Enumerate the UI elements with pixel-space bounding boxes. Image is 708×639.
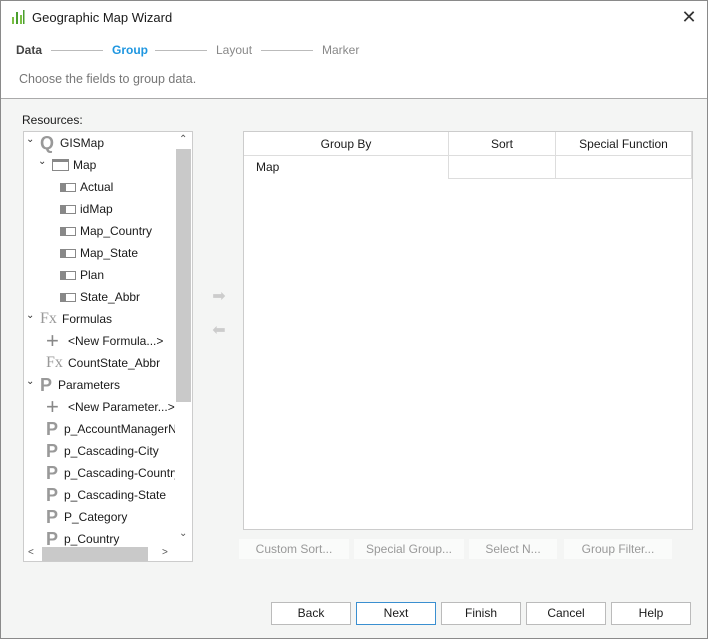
- parameter-icon: P: [40, 375, 53, 395]
- select-n-button[interactable]: Select N...: [469, 539, 557, 559]
- wizard-dialog: Geographic Map Wizard ✕ Data Group Layou…: [0, 0, 708, 639]
- field-icon: [60, 204, 76, 214]
- resources-label: Resources:: [22, 113, 83, 127]
- column-header[interactable]: Special Function: [556, 132, 692, 156]
- plus-icon: +: [46, 328, 59, 353]
- resources-tree[interactable]: Pp_Country P P_Category Pp_Cascading-State P…: [23, 131, 193, 562]
- remove-arrow-icon[interactable]: ⬅: [209, 323, 229, 339]
- formula-icon: Fx: [46, 354, 63, 371]
- step-marker[interactable]: Marker: [322, 43, 359, 57]
- table-cell[interactable]: [449, 156, 556, 179]
- tree-item-label: p_Cascading-State: [64, 488, 167, 502]
- tree-item-label: Parameters: [58, 378, 121, 392]
- step-hint: Choose the fields to group data.: [19, 72, 197, 86]
- field-icon: [60, 248, 76, 258]
- table-icon: [52, 159, 69, 171]
- tree-item[interactable]: ⌄ Map: [38, 154, 96, 176]
- tree-item-label: <New Formula...>: [68, 334, 164, 348]
- tree-item-label: p_AccountManagerName: [64, 422, 193, 436]
- parameter-icon: P: [46, 419, 59, 439]
- query-icon: Q: [40, 133, 55, 153]
- tree-item-label: idMap: [80, 202, 113, 216]
- chevron-down-icon[interactable]: ⌄: [26, 132, 36, 151]
- scroll-thumb[interactable]: [176, 149, 191, 402]
- tree-item-label: p_Cascading-City: [64, 444, 159, 458]
- field-icon: [60, 292, 76, 302]
- tree-item[interactable]: Fx CountState_Abbr: [46, 352, 160, 374]
- chevron-down-icon[interactable]: ⌄: [26, 371, 36, 393]
- step-group[interactable]: Group: [112, 43, 148, 57]
- add-arrow-icon[interactable]: ➡: [209, 289, 229, 305]
- tree-item[interactable]: + <New Parameter...>: [46, 396, 175, 418]
- tree-item-label: Map: [73, 158, 97, 172]
- parameter-icon: P: [46, 485, 59, 505]
- bar-chart-icon: [12, 10, 25, 24]
- scroll-thumb[interactable]: [42, 547, 148, 561]
- vertical-scrollbar[interactable]: ⌃ ⌄: [175, 132, 192, 546]
- chevron-down-icon[interactable]: ⌄: [26, 305, 36, 327]
- parameter-icon: P: [46, 463, 59, 483]
- tree-item-label: Map_Country: [80, 224, 153, 238]
- field-icon: [60, 270, 76, 280]
- tree-item-label: <New Parameter...>: [68, 400, 175, 414]
- table-cell[interactable]: Map: [244, 156, 449, 179]
- step-data[interactable]: Data: [16, 43, 42, 57]
- tree-item-label: State_Abbr: [80, 290, 141, 304]
- step-layout[interactable]: Layout: [216, 43, 252, 57]
- chevron-down-icon[interactable]: ⌄: [38, 151, 48, 173]
- column-header[interactable]: Group By: [244, 132, 449, 156]
- tree-item[interactable]: idMap: [60, 198, 113, 220]
- tree-item[interactable]: Map_Country: [60, 220, 152, 242]
- tree-item-label: Plan: [80, 268, 105, 282]
- parameter-icon: P: [46, 507, 59, 527]
- close-icon[interactable]: ✕: [679, 7, 699, 27]
- scroll-right-icon[interactable]: >: [162, 547, 168, 558]
- back-button[interactable]: Back: [271, 602, 351, 625]
- tree-item[interactable]: Actual: [60, 176, 113, 198]
- tree-item[interactable]: ⌄ Fx Formulas: [26, 308, 112, 330]
- field-icon: [60, 182, 76, 192]
- field-icon: [60, 226, 76, 236]
- tree-item[interactable]: Pp_Cascading-Country: [46, 462, 180, 484]
- next-button[interactable]: Next: [356, 602, 436, 625]
- tree-item[interactable]: State_Abbr: [60, 286, 140, 308]
- scroll-down-icon[interactable]: ⌄: [179, 528, 187, 539]
- tree-item[interactable]: P P_Category: [46, 506, 127, 528]
- group-filter-button[interactable]: Group Filter...: [564, 539, 672, 559]
- tree-item-label: CountState_Abbr: [68, 356, 161, 370]
- table-cell[interactable]: [556, 156, 692, 179]
- tree-item[interactable]: Pp_AccountManagerName: [46, 418, 193, 440]
- tree-item-label: GISMap: [60, 136, 105, 150]
- plus-icon: +: [46, 394, 59, 419]
- tree-item-label: Actual: [80, 180, 114, 194]
- tree-item[interactable]: Pp_Cascading-City: [46, 440, 159, 462]
- tree-item[interactable]: Pp_Cascading-State: [46, 484, 166, 506]
- tree-item[interactable]: ⌄ P Parameters: [26, 374, 120, 396]
- scroll-up-icon[interactable]: ⌃: [179, 134, 187, 145]
- tree-item[interactable]: + <New Formula...>: [46, 330, 163, 352]
- wizard-header: Data Group Layout Marker Choose the fiel…: [1, 33, 707, 99]
- finish-button[interactable]: Finish: [441, 602, 521, 625]
- tree-item-label: Formulas: [62, 312, 113, 326]
- tree-item[interactable]: ⌄ Q GISMap: [26, 132, 104, 154]
- parameter-icon: P: [46, 441, 59, 461]
- tree-item[interactable]: Map_State: [60, 242, 138, 264]
- special-group-button[interactable]: Special Group...: [354, 539, 464, 559]
- scroll-left-icon[interactable]: <: [28, 547, 34, 558]
- group-grid: Group By Sort Special Function Map: [243, 131, 693, 530]
- formula-icon: Fx: [40, 310, 57, 327]
- cancel-button[interactable]: Cancel: [526, 602, 606, 625]
- tree-item-label: Map_State: [80, 246, 139, 260]
- column-header[interactable]: Sort: [449, 132, 556, 156]
- help-button[interactable]: Help: [611, 602, 691, 625]
- custom-sort-button[interactable]: Custom Sort...: [239, 539, 349, 559]
- tree-item-label: P_Category: [64, 510, 128, 524]
- tree-item-label: p_Cascading-Country: [64, 466, 181, 480]
- horizontal-scrollbar[interactable]: < >: [24, 546, 175, 561]
- title-bar: Geographic Map Wizard ✕: [1, 1, 707, 33]
- tree-item[interactable]: Plan: [60, 264, 104, 286]
- window-title: Geographic Map Wizard: [32, 10, 173, 25]
